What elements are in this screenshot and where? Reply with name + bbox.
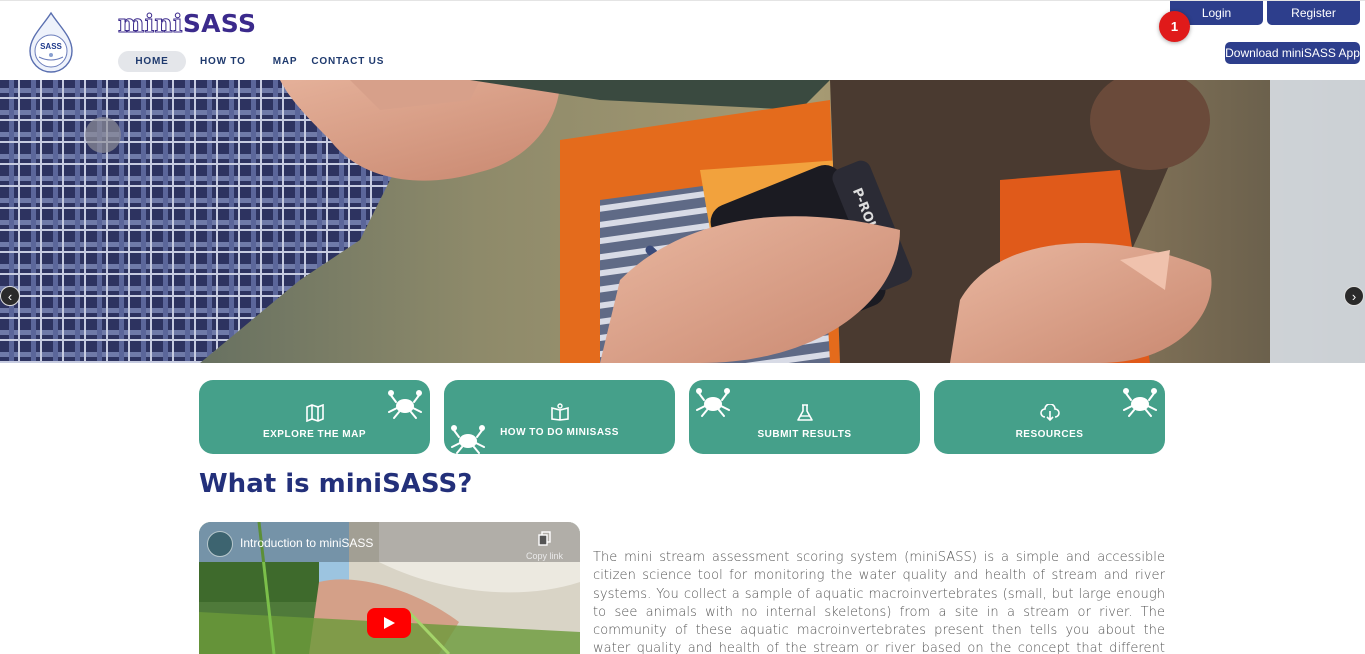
brand-mini: mini xyxy=(118,9,184,39)
nav-how-to[interactable]: HOW TO xyxy=(200,51,246,72)
copy-link-label[interactable]: Copy link xyxy=(526,551,563,561)
page: SASS miniSASS HOME HOW TO MAP CONTACT US… xyxy=(0,0,1365,654)
carousel-prev-button[interactable]: ‹ xyxy=(0,286,20,306)
card-label: EXPLORE THE MAP xyxy=(262,429,367,440)
minisass-logo[interactable]: SASS xyxy=(24,11,78,75)
card-how-to-do-minisass[interactable]: HOW TO DO MINISASS xyxy=(444,380,675,454)
register-button[interactable]: Register xyxy=(1267,1,1360,25)
video-title[interactable]: Introduction to miniSASS xyxy=(240,536,373,550)
crab-icon xyxy=(1123,388,1157,417)
download-app-button[interactable]: Download miniSASS App xyxy=(1225,42,1360,64)
nav-home[interactable]: HOME xyxy=(118,51,186,72)
card-label: RESOURCES xyxy=(1015,429,1084,440)
card-label: SUBMIT RESULTS xyxy=(757,429,852,440)
card-resources[interactable]: RESOURCES xyxy=(934,380,1165,454)
main-nav: HOME HOW TO MAP CONTACT US xyxy=(118,51,384,72)
card-submit-results[interactable]: SUBMIT RESULTS xyxy=(689,380,920,454)
intro-video-player[interactable]: Introduction to miniSASS Copy link xyxy=(199,522,580,654)
svg-text:SASS: SASS xyxy=(40,42,62,51)
channel-avatar[interactable] xyxy=(207,531,233,557)
notification-badge: 1 xyxy=(1159,11,1190,42)
site-header: SASS miniSASS HOME HOW TO MAP CONTACT US… xyxy=(0,0,1365,80)
hero-image: P-ROKKOR xyxy=(0,80,1365,363)
brand-title[interactable]: miniSASS xyxy=(118,9,257,39)
nav-contact-us[interactable]: CONTACT US xyxy=(311,51,384,72)
chevron-right-icon: › xyxy=(1351,289,1357,304)
card-explore-map[interactable]: EXPLORE THE MAP xyxy=(199,380,430,454)
section-title: What is miniSASS? xyxy=(199,469,473,499)
copy-icon[interactable] xyxy=(538,531,552,547)
carousel-next-button[interactable]: › xyxy=(1344,286,1364,306)
description-text: The mini stream assessment scoring syste… xyxy=(593,550,1165,654)
nav-map[interactable]: MAP xyxy=(273,51,298,72)
crab-icon xyxy=(451,425,485,454)
brand-sass: SASS xyxy=(182,9,257,38)
crab-icon xyxy=(696,388,730,417)
crab-icon xyxy=(388,390,422,419)
chevron-left-icon: ‹ xyxy=(7,289,13,304)
play-button[interactable] xyxy=(367,608,411,638)
hero-carousel: P-ROKKOR ‹ › xyxy=(0,80,1365,363)
